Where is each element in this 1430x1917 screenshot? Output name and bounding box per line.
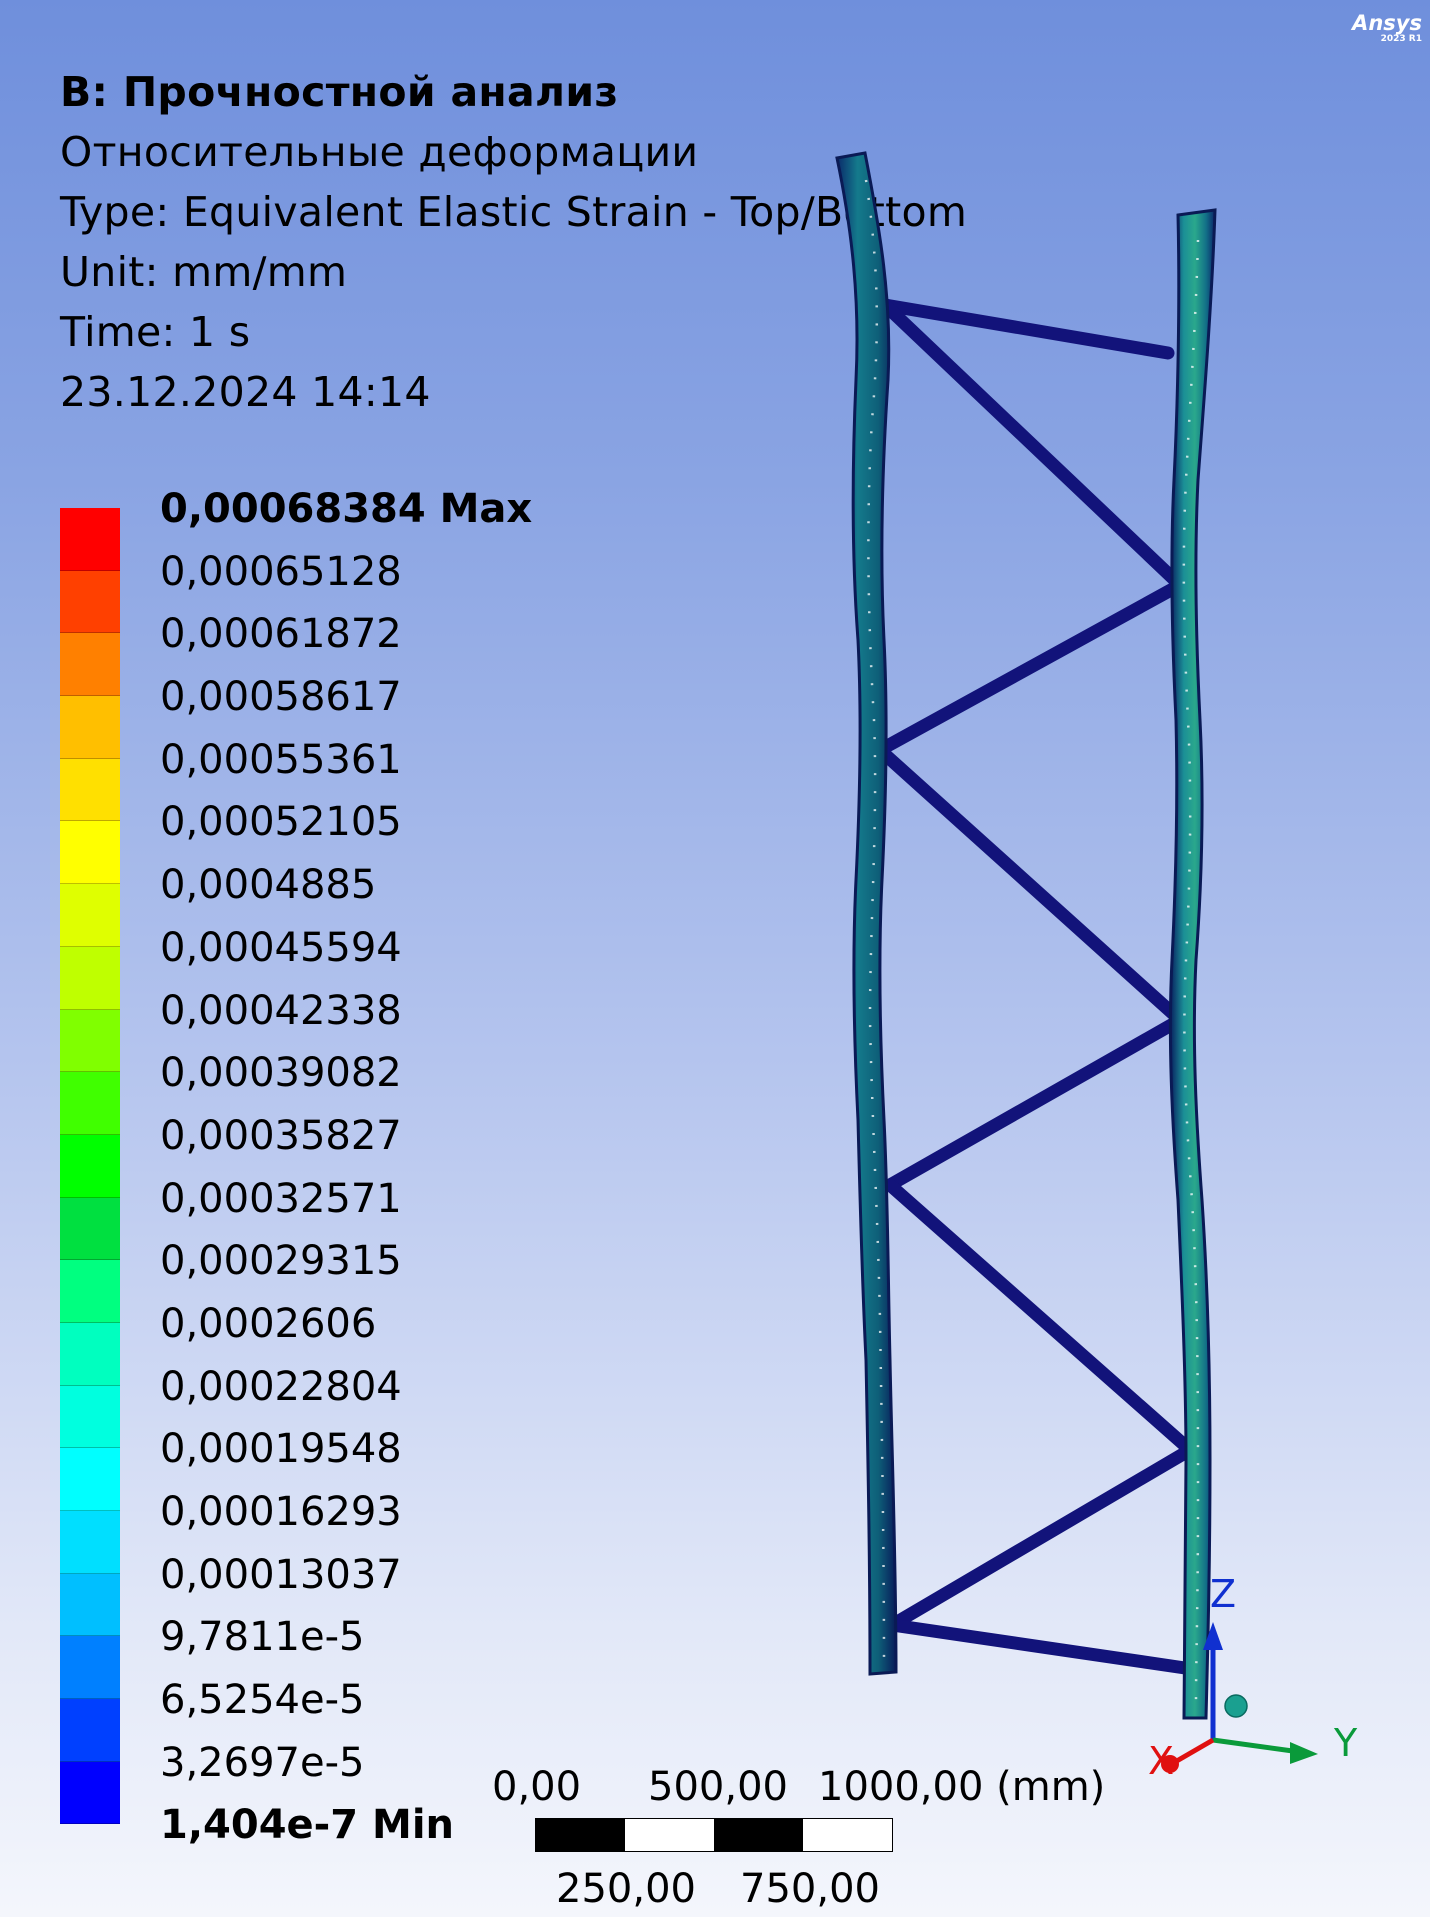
brace-diag-3 bbox=[873, 743, 1187, 1027]
scale-segment-2 bbox=[625, 1819, 714, 1851]
scale-segment-4 bbox=[803, 1819, 892, 1851]
brace-bottom bbox=[885, 1618, 1192, 1675]
y-axis bbox=[1212, 1737, 1301, 1755]
coordinate-triad: Z Y X bbox=[1148, 1572, 1358, 1783]
scale-segment-3 bbox=[714, 1819, 803, 1851]
x-axis-label: X bbox=[1148, 1739, 1174, 1783]
model-viewport[interactable]: Z Y X bbox=[0, 0, 1430, 1917]
scale-label-0: 0,00 bbox=[492, 1764, 582, 1810]
brace-diag-2 bbox=[873, 578, 1187, 757]
left-column bbox=[835, 151, 898, 1676]
truss-braces bbox=[873, 298, 1197, 1675]
x-axis bbox=[1173, 1737, 1215, 1765]
scale-label-500: 500,00 bbox=[648, 1764, 788, 1810]
scale-label-750: 750,00 bbox=[740, 1866, 880, 1912]
brace-diag-4 bbox=[883, 1013, 1187, 1192]
scale-segment-1 bbox=[536, 1819, 625, 1851]
right-column bbox=[1168, 208, 1217, 1720]
scale-label-1000: 1000,00 (mm) bbox=[818, 1764, 1106, 1810]
y-axis-arrow bbox=[1290, 1742, 1318, 1764]
scale-label-250: 250,00 bbox=[556, 1866, 696, 1912]
scale-bar bbox=[535, 1818, 893, 1852]
brace-diag-6 bbox=[885, 1443, 1197, 1632]
z-axis-label: Z bbox=[1210, 1572, 1236, 1616]
brace-diag-5 bbox=[883, 1178, 1197, 1457]
triad-center-ball bbox=[1224, 1694, 1248, 1718]
y-axis-label: Y bbox=[1333, 1721, 1358, 1765]
